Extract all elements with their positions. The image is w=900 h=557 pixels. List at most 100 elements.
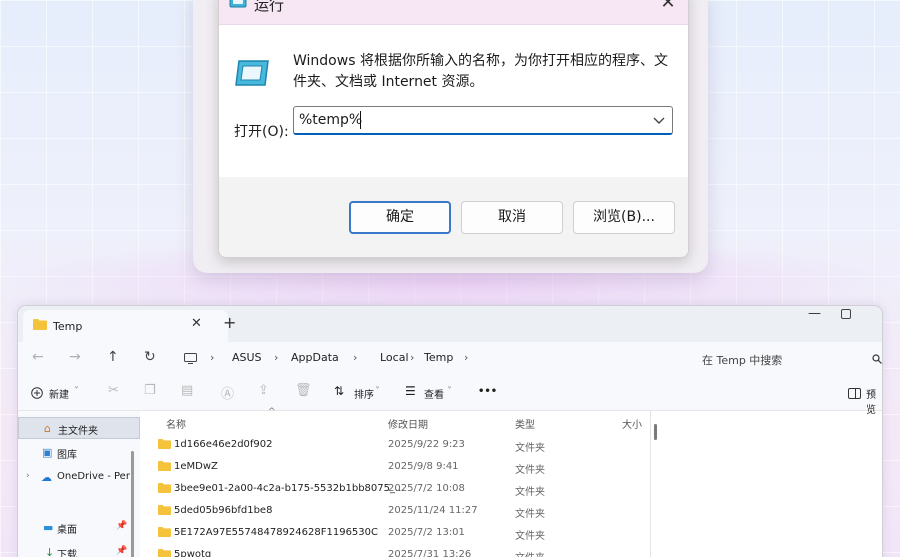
run-title: 运行 [254,0,285,14]
file-type: 文件夹 [515,549,545,557]
rename-icon[interactable]: Ⓐ [221,383,234,402]
monitor-icon [184,353,197,364]
desktop-icon: ▬ [43,521,54,534]
view-button[interactable]: 查看 [424,386,444,401]
folder-icon [158,439,171,449]
file-name: 5pwotq [174,549,212,557]
chevron-down-icon[interactable] [650,109,668,131]
sidebar-item-label: 桌面 [57,525,77,536]
preview-pane-icon [848,388,861,399]
file-modified: 2025/7/2 13:01 [388,527,465,538]
folder-icon [158,483,171,493]
file-modified: 2025/9/22 9:23 [388,439,465,450]
file-modified: 2025/7/31 13:26 [388,549,472,557]
sidebar-item-label: 主文件夹 [58,426,98,437]
chevron-right-icon: › [210,351,215,364]
navigation-pane: ⌂ 主文件夹 ▣ 图库 › ☁ OneDrive - Per ▬ 桌面 📌 ↓ … [18,411,140,557]
home-icon: ⌂ [44,422,51,435]
column-header-size[interactable]: 大小 [622,416,642,431]
navigation-bar: ← → ↑ ↻ › ASUS › AppData › Local › Temp … [18,342,882,377]
run-command-input[interactable]: %temp% [293,106,673,135]
breadcrumb-item[interactable]: ASUS [232,351,262,364]
file-name: 1eMDwZ [174,461,218,472]
file-modified: 2025/9/8 9:41 [388,461,459,472]
up-arrow-icon[interactable]: ↑ [107,349,119,365]
chevron-down-icon[interactable]: ˅ [74,386,79,397]
folder-icon [158,549,171,557]
back-arrow-icon[interactable]: ← [32,349,44,365]
file-modified: 2025/7/2 10:08 [388,483,465,494]
command-bar: 新建 ˅ ✂ ❐ ▤ Ⓐ ⇪ 🗑 ⇅ 排序 ˅ ☰ 查看 ˅ ••• 预览 [18,377,882,416]
tab-label: Temp [53,320,83,333]
table-row[interactable]: 1eMDwZ 2025/9/8 9:41 文件夹 [140,457,640,479]
folder-icon [158,527,171,537]
sidebar-scrollbar[interactable] [131,451,134,557]
chevron-right-icon: › [410,351,415,364]
file-list-scrollbar[interactable] [654,424,657,440]
table-row[interactable]: 1d166e46e2d0f902 2025/9/22 9:23 文件夹 [140,435,640,457]
cancel-button[interactable]: 取消 [461,201,563,234]
ok-button[interactable]: 确定 [349,201,451,234]
file-name: 5E172A97E55748478924628F1196530C [174,527,378,538]
add-tab-icon[interactable]: + [223,313,236,332]
more-options-icon[interactable]: ••• [478,386,497,397]
preview-button[interactable]: 预览 [866,386,882,416]
tab-temp[interactable]: Temp ✕ [23,310,228,342]
table-row[interactable]: 5pwotq 2025/7/31 13:26 文件夹 [140,545,640,557]
run-command-value: %temp% [299,112,363,128]
maximize-icon[interactable] [841,309,851,319]
cut-icon[interactable]: ✂ [108,383,119,398]
folder-icon [158,505,171,515]
column-header-name[interactable]: 名称 [166,416,186,431]
breadcrumb-item[interactable]: Local [380,351,409,364]
chevron-down-icon[interactable]: ˅ [375,386,380,397]
folder-icon [33,319,47,330]
new-button[interactable]: 新建 [49,386,69,401]
delete-icon[interactable]: 🗑 [295,383,312,398]
search-input[interactable]: 在 Temp 中搜索 [690,346,882,372]
copy-icon[interactable]: ❐ [144,383,156,398]
chevron-right-icon[interactable]: › [26,471,30,481]
sidebar-item-label: OneDrive - Per [57,471,130,482]
chevron-down-icon[interactable]: ˅ [447,386,452,397]
table-row[interactable]: 5ded05b96bfd1be8 2025/11/24 11:27 文件夹 [140,501,640,523]
sidebar-item-desktop[interactable]: ▬ 桌面 📌 [18,517,140,539]
refresh-icon[interactable]: ↻ [144,349,156,365]
new-plus-icon [31,387,43,399]
run-footer: 确定 取消 浏览(B)... [219,177,688,257]
share-icon[interactable]: ⇪ [258,383,269,398]
run-dialog: 运行 ✕ Windows 将根据你所输入的名称，为你打开相应的程序、文件夹、文档… [218,0,689,258]
close-icon[interactable]: ✕ [191,316,202,331]
file-type: 文件夹 [515,487,545,498]
file-name: 5ded05b96bfd1be8 [174,505,273,516]
breadcrumb-item[interactable]: AppData [291,351,339,364]
text-caret [360,111,361,129]
pin-icon: 📌 [116,546,128,556]
browse-button[interactable]: 浏览(B)... [573,201,675,234]
minimize-icon[interactable]: — [808,306,821,321]
file-name: 3bee9e01-2a00-4c2a-b175-5532b1bb8075_... [174,483,405,494]
address-bar[interactable]: › ASUS › AppData › Local › Temp › [170,346,680,372]
file-type: 文件夹 [515,443,545,454]
run-titlebar[interactable]: 运行 ✕ [219,0,688,25]
chevron-right-icon: › [464,351,469,364]
file-type: 文件夹 [515,509,545,520]
sidebar-item-home[interactable]: ⌂ 主文件夹 [18,417,140,439]
sidebar-item-onedrive[interactable]: › ☁ OneDrive - Per [18,467,140,489]
run-body: Windows 将根据你所输入的名称，为你打开相应的程序、文件夹、文档或 Int… [219,25,688,177]
chevron-right-icon: › [274,351,279,364]
column-header-type[interactable]: 类型 [515,416,535,431]
file-list: 名称 ^ 修改日期 类型 大小 1d166e46e2d0f902 2025/9/… [140,407,650,557]
chevron-right-icon: › [353,351,358,364]
table-row[interactable]: 3bee9e01-2a00-4c2a-b175-5532b1bb8075_...… [140,479,640,501]
preview-pane-divider[interactable] [650,411,651,557]
breadcrumb-item[interactable]: Temp [424,351,453,364]
paste-icon[interactable]: ▤ [181,383,193,398]
table-row[interactable]: 5E172A97E55748478924628F1196530C 2025/7/… [140,523,640,545]
sidebar-item-downloads[interactable]: ↓ 下载 📌 [18,542,140,557]
forward-arrow-icon[interactable]: → [69,349,81,365]
sidebar-item-gallery[interactable]: ▣ 图库 [18,442,140,464]
close-icon[interactable]: ✕ [656,0,680,17]
sort-button[interactable]: 排序 [354,386,374,401]
column-header-modified[interactable]: 修改日期 [388,416,428,431]
